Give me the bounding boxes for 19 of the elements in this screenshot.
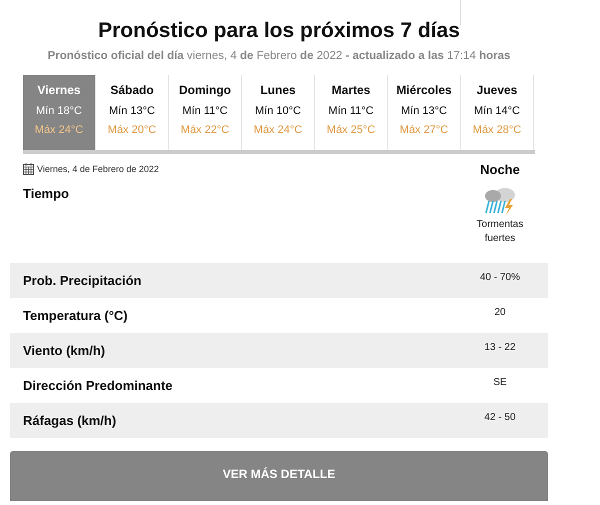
forecast-subtitle: Pronóstico oficial del día viernes, 4 de Febrero de 2022 - actualizado a las 17:14 horas <box>46 49 512 64</box>
more-detail-button[interactable]: VER MÁS DETALLE <box>10 451 548 501</box>
date-label: Viernes, 4 de Febrero de 2022 <box>37 164 159 174</box>
row-label: Ráfagas (km/h) <box>23 413 116 428</box>
row-label: Dirección Predominante <box>23 378 173 393</box>
row-value: 20 <box>493 307 507 318</box>
row-label: Tiempo <box>23 186 69 203</box>
row-value: 13 - 22 <box>483 342 517 353</box>
row-label: Prob. Precipitación <box>23 273 142 288</box>
calendar-icon <box>23 163 34 175</box>
row-value: 40 - 70% <box>478 272 522 283</box>
row-label: Viento (km/h) <box>23 343 106 358</box>
row-label: Temperatura (°C) <box>23 308 128 323</box>
row-value: SE <box>492 377 508 388</box>
weather-description: Tormentas fuertes <box>476 218 524 246</box>
day-tab[interactable]: Viernes Mín 18°C Máx 24°C <box>23 75 96 150</box>
period-heading: Noche <box>479 162 521 176</box>
page-title: Pronóstico para los próximos 7 días <box>97 18 461 44</box>
row-value: 42 - 50 <box>483 412 517 423</box>
